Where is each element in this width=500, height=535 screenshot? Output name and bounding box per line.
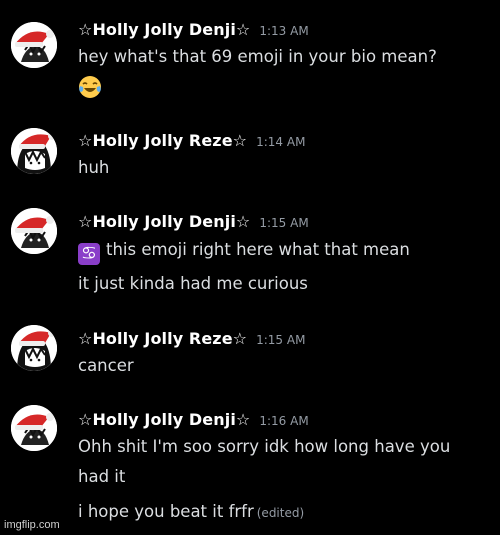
username[interactable]: ☆Holly Jolly Denji☆ [78,212,250,231]
message-text: huh [78,158,110,177]
timestamp[interactable]: 1:15 AM [256,333,305,347]
watermark: imgflip.com [4,519,60,531]
message-text-part: i hope you beat it frfr [78,502,254,521]
message-emoji [78,75,102,103]
message-text: cancer [78,356,134,375]
message-text: Ohh shit I'm soo sorry idk how long have… [78,437,451,456]
username[interactable]: ☆Holly Jolly Denji☆ [78,410,250,429]
avatar[interactable] [11,405,57,451]
avatar[interactable] [11,208,57,254]
timestamp[interactable]: 1:13 AM [259,24,308,38]
timestamp[interactable]: 1:14 AM [256,135,305,149]
message-text: hey what's that 69 emoji in your bio mea… [78,47,437,66]
edited-label[interactable]: (edited) [257,506,304,520]
message-text: had it [78,467,126,486]
timestamp[interactable]: 1:15 AM [259,216,308,230]
message-text: ♋ this emoji right here what that mean [78,240,410,265]
username[interactable]: ☆Holly Jolly Denji☆ [78,20,250,39]
username[interactable]: ☆Holly Jolly Reze☆ [78,131,247,150]
avatar[interactable] [11,128,57,174]
cancer-zodiac-icon[interactable]: ♋ [78,243,100,265]
username[interactable]: ☆Holly Jolly Reze☆ [78,329,247,348]
avatar[interactable] [11,22,57,68]
face-with-tears-of-joy-icon[interactable] [78,75,102,99]
message-text-part: this emoji right here what that mean [106,240,410,259]
chat-log: ☆Holly Jolly Denji☆ 1:13 AM hey what's t… [0,0,500,535]
avatar[interactable] [11,325,57,371]
message-text: i hope you beat it frfr (edited) [78,502,304,521]
message-text: it just kinda had me curious [78,274,308,293]
timestamp[interactable]: 1:16 AM [259,414,308,428]
